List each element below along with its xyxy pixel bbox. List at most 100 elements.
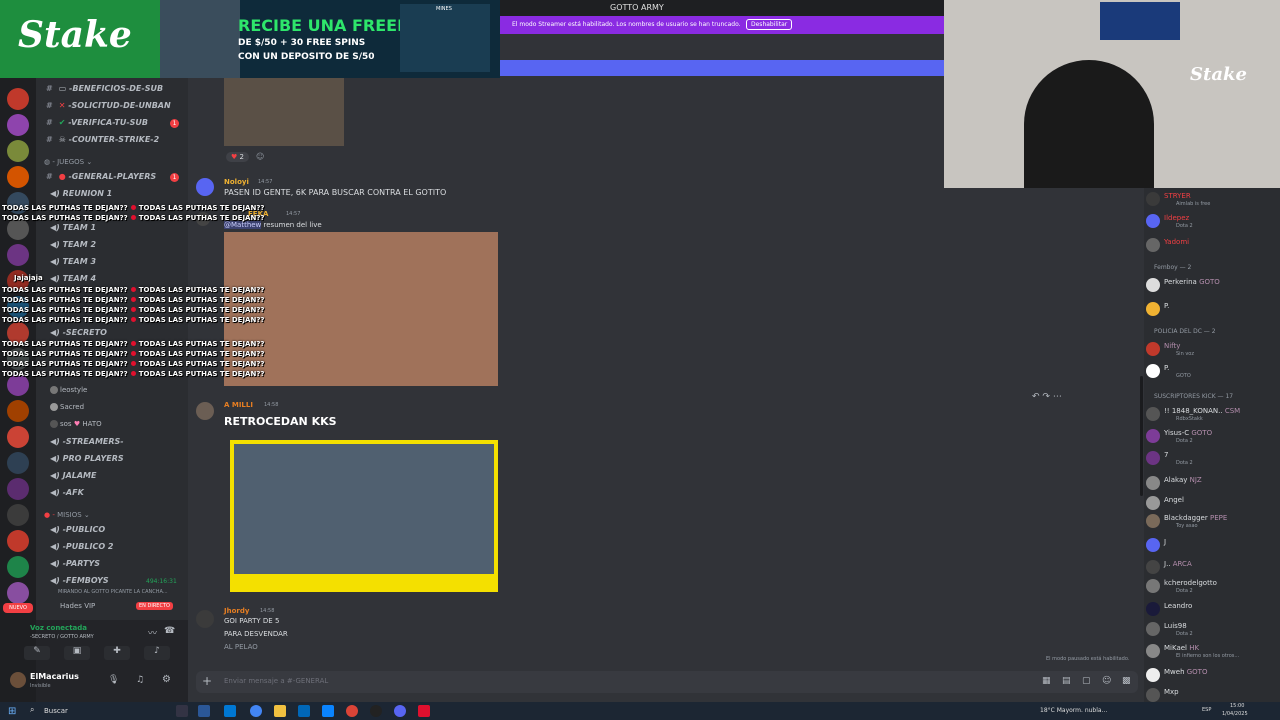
camera-button[interactable]: ✎ — [24, 646, 50, 660]
gif-icon[interactable]: ▤ — [1062, 676, 1071, 686]
avatar[interactable] — [196, 178, 214, 196]
server-icon[interactable] — [7, 166, 29, 188]
member-item[interactable]: Yisus-C GOTO — [1146, 429, 1212, 443]
mic-icon[interactable]: 🎙 — [108, 675, 119, 685]
message-input[interactable]: Enviar mensaje a #-GENERAL — [224, 677, 328, 685]
clock-date[interactable]: 1/04/2025 — [1222, 711, 1248, 717]
voice-jalame[interactable]: ◀) JALAME — [50, 471, 96, 480]
member-item[interactable]: STRYER — [1146, 192, 1191, 206]
member-item[interactable]: P. — [1146, 302, 1169, 316]
folder-icon[interactable] — [274, 705, 286, 717]
voice-femboys[interactable]: ◀) -FEMBOYS — [50, 576, 109, 585]
member-item[interactable]: Yadomi — [1146, 238, 1189, 252]
apps-icon[interactable]: ▩ — [1122, 676, 1131, 686]
message-author[interactable]: A MILLI — [224, 401, 253, 409]
activities-button[interactable]: ✚ — [104, 646, 130, 660]
voice-streamers[interactable]: ◀) -STREAMERS- — [50, 437, 124, 446]
member-item[interactable]: Perkerina GOTO — [1146, 278, 1220, 292]
user-avatar[interactable] — [10, 672, 26, 688]
server-icon[interactable] — [7, 400, 29, 422]
member-item[interactable]: Angel — [1146, 496, 1184, 510]
app-icon[interactable] — [418, 705, 430, 717]
member-item[interactable]: Nifty — [1146, 342, 1180, 356]
member-item[interactable]: Luis98 — [1146, 622, 1187, 636]
avatar[interactable] — [196, 610, 214, 628]
image-attachment[interactable] — [230, 440, 498, 592]
server-icon[interactable] — [7, 88, 29, 110]
server-icon[interactable] — [7, 452, 29, 474]
channel-beneficios[interactable]: # ▭ -BENEFICIOS-DE-SUB — [46, 84, 163, 93]
message-author[interactable]: Noloyi — [224, 178, 249, 186]
server-icon[interactable] — [7, 504, 29, 526]
app-icon[interactable] — [198, 705, 210, 717]
voice-pro-players[interactable]: ◀) PRO PLAYERS — [50, 454, 124, 463]
disconnect-icon[interactable]: ☎ — [164, 626, 175, 636]
member-item[interactable]: kcherodelgotto — [1146, 579, 1217, 593]
chrome-icon[interactable] — [346, 705, 358, 717]
discord-icon[interactable] — [394, 705, 406, 717]
mail-icon[interactable] — [322, 705, 334, 717]
member-item[interactable]: Blackdagger PEPE — [1146, 514, 1227, 528]
category-misios[interactable]: ● - MISIOS ⌄ — [44, 511, 90, 519]
voice-user[interactable]: Sacred — [50, 403, 84, 411]
voice-partys[interactable]: ◀) -PARTYS — [50, 559, 100, 568]
server-icon[interactable] — [7, 556, 29, 578]
reply-icon[interactable]: ↶ — [1032, 392, 1040, 402]
weather-widget[interactable]: 18°C Mayorm. nubla... — [1040, 707, 1107, 714]
voice-user[interactable]: Hades VIP — [60, 602, 95, 610]
member-item[interactable]: !! 1848_KONAN.. CSM — [1146, 407, 1240, 421]
member-item[interactable]: Leandro — [1146, 602, 1192, 616]
server-icon[interactable] — [7, 530, 29, 552]
windows-start-icon[interactable]: ⊞ — [8, 706, 16, 717]
avatar[interactable] — [196, 402, 214, 420]
add-attachment-icon[interactable]: + — [202, 674, 212, 688]
member-item[interactable]: MiKael HK — [1146, 644, 1199, 658]
member-item[interactable]: J.. ARCA — [1146, 560, 1192, 574]
search-icon[interactable]: ⌕ — [30, 705, 34, 715]
voice-publico[interactable]: ◀) -PUBLICO — [50, 525, 105, 534]
sticker-icon[interactable]: ▢ — [1082, 676, 1091, 686]
gift-icon[interactable]: ▦ — [1042, 676, 1051, 686]
more-icon[interactable]: ⋯ — [1053, 392, 1062, 402]
obs-icon[interactable] — [370, 705, 382, 717]
disable-button[interactable]: Deshabilitar — [746, 19, 793, 30]
taskbar-search[interactable]: Buscar — [44, 707, 68, 715]
server-icon[interactable] — [7, 426, 29, 448]
scrollbar[interactable] — [1140, 376, 1143, 496]
settings-gear-icon[interactable]: ⚙ — [162, 674, 171, 685]
headphones-icon[interactable]: ♫ — [136, 675, 144, 685]
member-item[interactable]: 7 — [1146, 451, 1168, 465]
server-icon[interactable] — [7, 140, 29, 162]
voice-publico-2[interactable]: ◀) -PUBLICO 2 — [50, 542, 113, 551]
forward-icon[interactable]: ↷ — [1042, 392, 1050, 402]
member-item[interactable]: Mxp — [1146, 688, 1179, 702]
message-author[interactable]: Jhordy — [224, 607, 249, 615]
image-attachment[interactable] — [224, 76, 344, 146]
channel-general-players[interactable]: # ● -GENERAL-PLAYERS — [46, 172, 156, 181]
image-attachment[interactable] — [224, 232, 498, 386]
member-item[interactable]: Mweh GOTO — [1146, 668, 1207, 682]
member-item[interactable]: J — [1146, 538, 1166, 552]
clock-time[interactable]: 15:00 — [1230, 703, 1244, 709]
soundboard-button[interactable]: ♪ — [144, 646, 170, 660]
screen-share-button[interactable]: ▣ — [64, 646, 90, 660]
member-item[interactable]: P. — [1146, 364, 1169, 378]
server-icon[interactable] — [7, 582, 29, 604]
store-icon[interactable] — [298, 705, 310, 717]
edge-icon[interactable] — [224, 705, 236, 717]
voice-user[interactable]: sos ♥ HATO — [50, 420, 102, 428]
reaction-heart[interactable]: ♥ 2 — [226, 152, 249, 162]
server-icon[interactable] — [7, 478, 29, 500]
chrome-icon[interactable] — [250, 705, 262, 717]
task-view-icon[interactable] — [176, 705, 188, 717]
category-juegos[interactable]: ◍ - JUEGOS ⌄ — [44, 158, 92, 166]
language-indicator[interactable]: ESP — [1202, 707, 1211, 713]
server-icon[interactable] — [7, 114, 29, 136]
noise-icon[interactable]: 〰 — [148, 626, 157, 639]
member-item[interactable]: Ildepez — [1146, 214, 1189, 228]
channel-counter-strike[interactable]: # ☠ -COUNTER-STRIKE-2 — [46, 135, 159, 144]
emoji-icon[interactable]: ☺ — [1102, 676, 1111, 686]
channel-verifica[interactable]: # ✔ -VERIFICA-TU-SUB — [46, 118, 148, 127]
voice-reunion[interactable]: ◀) REUNION 1 — [50, 189, 112, 198]
add-reaction-icon[interactable]: ☺ — [256, 152, 264, 161]
